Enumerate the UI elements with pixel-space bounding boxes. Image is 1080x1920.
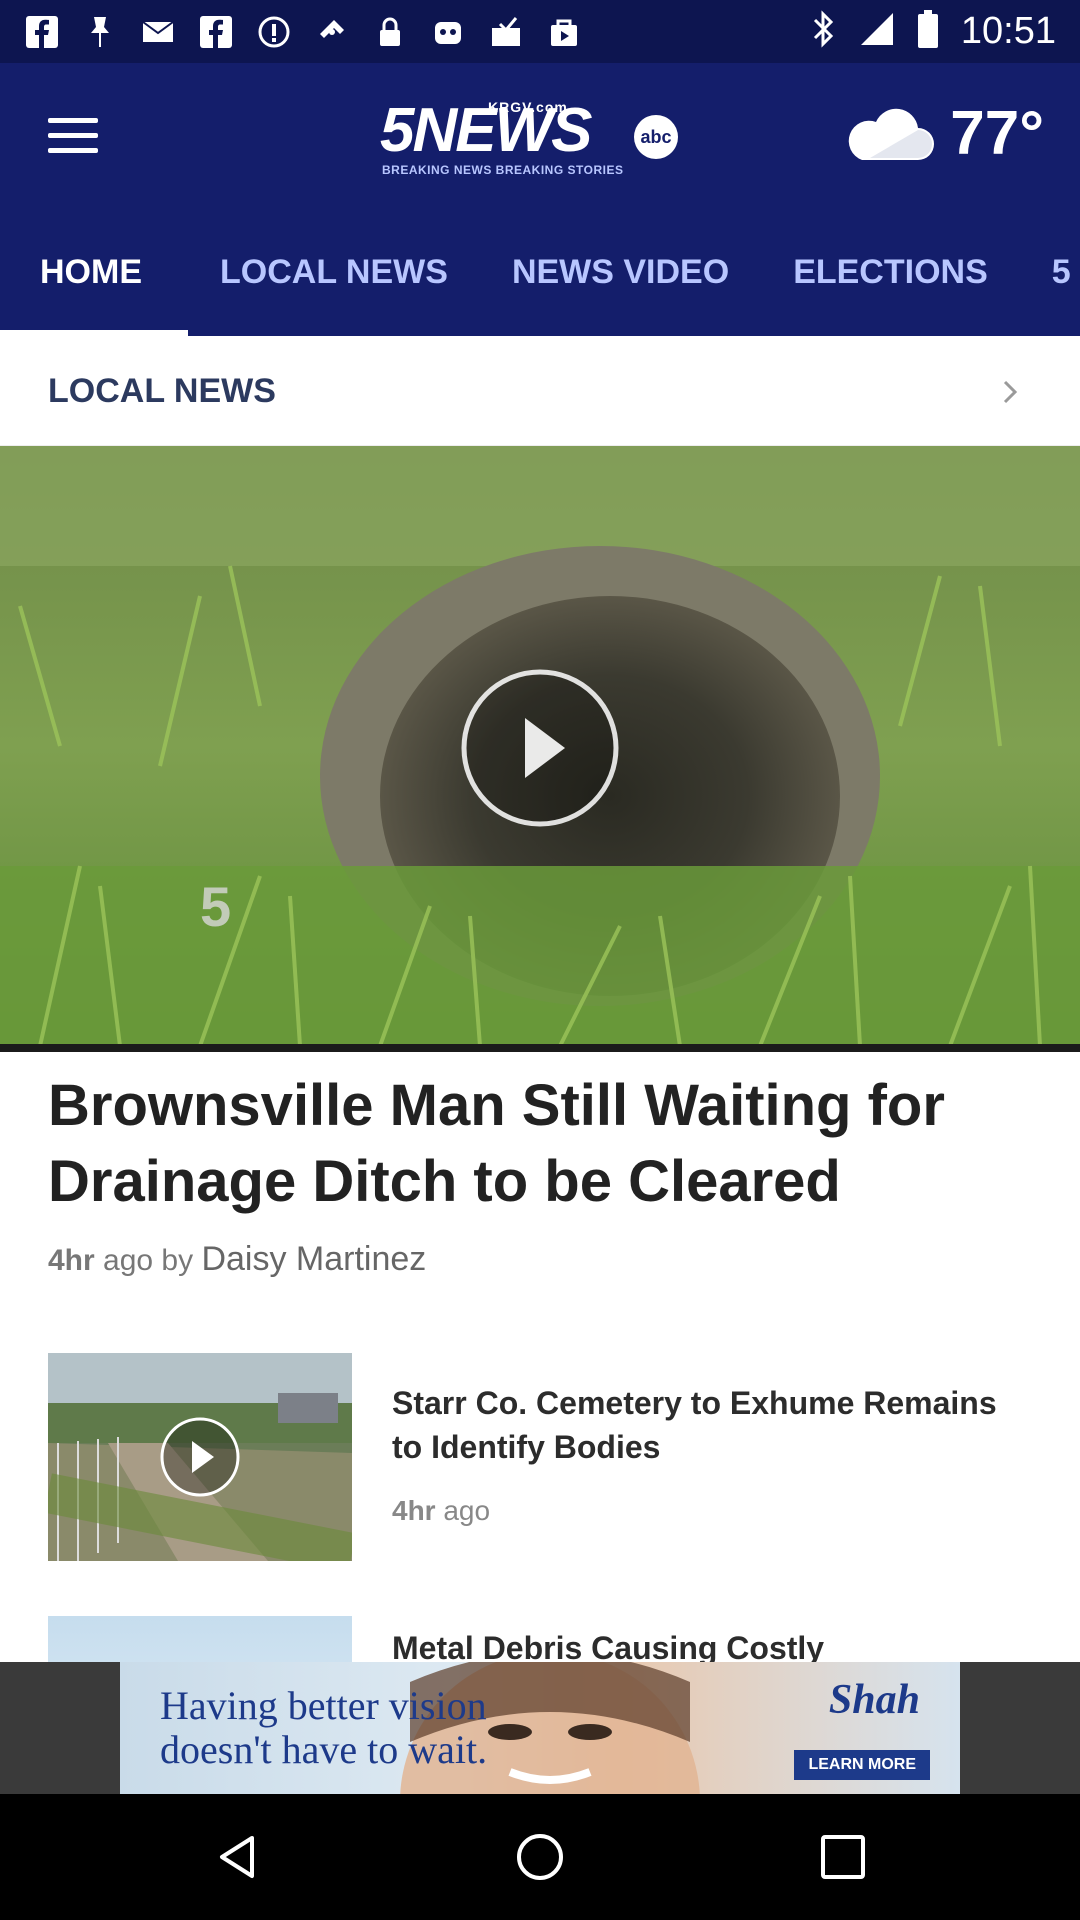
weather-widget[interactable]: 77° bbox=[840, 98, 1044, 169]
hero-watermark: 5 bbox=[200, 875, 231, 938]
signal-icon bbox=[859, 11, 895, 52]
section-header-local-news[interactable]: LOCAL NEWS bbox=[0, 336, 1080, 446]
story-time: 4hr ago bbox=[392, 1495, 490, 1527]
story-title[interactable]: Starr Co. Cemetery to Exhume Remains to … bbox=[392, 1381, 1012, 1469]
recents-icon[interactable] bbox=[818, 1832, 868, 1882]
story-time-suffix: ago bbox=[435, 1495, 491, 1526]
tab-news-video[interactable]: NEWS VIDEO bbox=[488, 208, 769, 336]
logo-tagline: BREAKING NEWS BREAKING STORIES bbox=[382, 163, 624, 177]
play-icon bbox=[461, 669, 619, 827]
pin-icon bbox=[82, 14, 118, 50]
hero-time-suffix: ago by bbox=[94, 1244, 202, 1277]
inbox-icon bbox=[488, 14, 524, 50]
hero-headline[interactable]: Brownsville Man Still Waiting for Draina… bbox=[48, 1068, 1038, 1220]
home-icon[interactable] bbox=[515, 1832, 565, 1882]
play-icon bbox=[160, 1417, 240, 1497]
status-bar: 10:51 bbox=[0, 0, 1080, 63]
status-time: 10:51 bbox=[960, 10, 1056, 52]
ad-learn-more-button[interactable]: LEARN MORE bbox=[794, 1750, 930, 1780]
tab-bar: HOME LOCAL NEWS NEWS VIDEO ELECTIONS 5 O bbox=[0, 208, 1080, 336]
logo-url: KRGV.com bbox=[488, 99, 568, 115]
lock-icon bbox=[372, 14, 408, 50]
facebook-icon bbox=[198, 14, 234, 50]
hero-author: Daisy Martinez bbox=[201, 1240, 427, 1278]
tab-local-news[interactable]: LOCAL NEWS bbox=[188, 208, 488, 336]
tab-elections[interactable]: ELECTIONS bbox=[769, 208, 1028, 336]
story-thumbnail[interactable] bbox=[48, 1353, 352, 1561]
weather-temp: 77° bbox=[950, 99, 1044, 168]
chevron-right-icon[interactable] bbox=[996, 378, 1024, 406]
tab-5-on-your-side[interactable]: 5 O bbox=[1028, 208, 1080, 336]
ad-brand-logo: Shah bbox=[828, 1677, 920, 1723]
hero-time: 4hr bbox=[48, 1244, 95, 1277]
bag-icon bbox=[546, 14, 582, 50]
satellite-icon bbox=[314, 14, 350, 50]
bluetooth-icon bbox=[809, 10, 837, 53]
story-time-value: 4hr bbox=[392, 1495, 436, 1526]
ad-headline: Having better vision doesn't have to wai… bbox=[160, 1684, 487, 1772]
system-nav-bar bbox=[0, 1794, 1080, 1920]
story-title[interactable]: Metal Debris Causing Costly bbox=[392, 1626, 1012, 1662]
logo-network: abc bbox=[634, 115, 678, 159]
list-item[interactable]: Starr Co. Cemetery to Exhume Remains to … bbox=[48, 1353, 1038, 1561]
story-thumbnail[interactable] bbox=[48, 1616, 352, 1662]
info-icon bbox=[256, 14, 292, 50]
notification-icons bbox=[24, 14, 582, 50]
facebook-icon bbox=[24, 14, 60, 50]
list-item[interactable]: Metal Debris Causing Costly bbox=[48, 1616, 1038, 1662]
mail-icon bbox=[140, 14, 176, 50]
hero-byline: 4hr ago by Daisy Martinez bbox=[48, 1240, 426, 1279]
ad-line-2: doesn't have to wait. bbox=[160, 1727, 488, 1772]
ad-creative[interactable]: Having better vision doesn't have to wai… bbox=[120, 1662, 960, 1794]
battery-icon bbox=[917, 10, 939, 53]
back-icon[interactable] bbox=[212, 1832, 262, 1882]
hero-divider bbox=[0, 1044, 1080, 1052]
section-title: LOCAL NEWS bbox=[48, 372, 276, 410]
app-logo: 5NEWS KRGV.com abc BREAKING NEWS BREAKIN… bbox=[380, 93, 680, 177]
hero-video-thumbnail[interactable]: 5 bbox=[0, 446, 1080, 1046]
bot-icon bbox=[430, 14, 466, 50]
ad-banner[interactable]: Having better vision doesn't have to wai… bbox=[0, 1662, 1080, 1794]
cloud-icon bbox=[840, 98, 936, 169]
app-header: 5NEWS KRGV.com abc BREAKING NEWS BREAKIN… bbox=[0, 63, 1080, 208]
tab-home[interactable]: HOME bbox=[0, 208, 188, 336]
ad-line-1: Having better vision bbox=[160, 1683, 487, 1728]
hamburger-menu-icon[interactable] bbox=[48, 118, 98, 154]
